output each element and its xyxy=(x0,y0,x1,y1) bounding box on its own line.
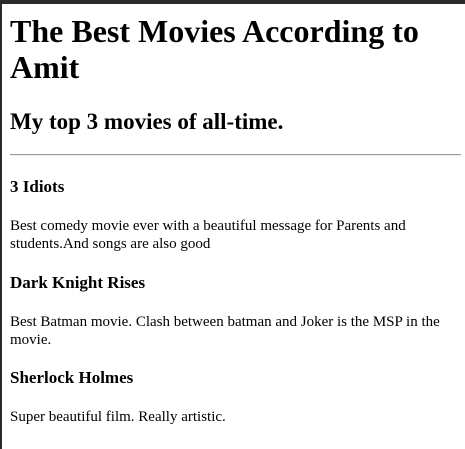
window-left-border xyxy=(0,4,2,449)
movie-description-3-idiots: Best comedy movie ever with a beautiful … xyxy=(10,218,406,252)
movie-title-3-idiots: 3 Idiots xyxy=(10,177,65,196)
movie-title-sherlock-holmes: Sherlock Holmes xyxy=(10,368,134,387)
page-subtitle: My top 3 movies of all-time. xyxy=(10,109,284,134)
movie-description-dark-knight-rises: Best Batman movie. Clash between batman … xyxy=(10,314,440,348)
page-title: The Best Movies According to Amit xyxy=(10,13,419,85)
movie-description-sherlock-holmes: Super beautiful film. Really artistic. xyxy=(10,409,226,425)
window-top-border xyxy=(0,0,465,4)
divider xyxy=(10,154,461,156)
movie-title-dark-knight-rises: Dark Knight Rises xyxy=(10,273,146,292)
